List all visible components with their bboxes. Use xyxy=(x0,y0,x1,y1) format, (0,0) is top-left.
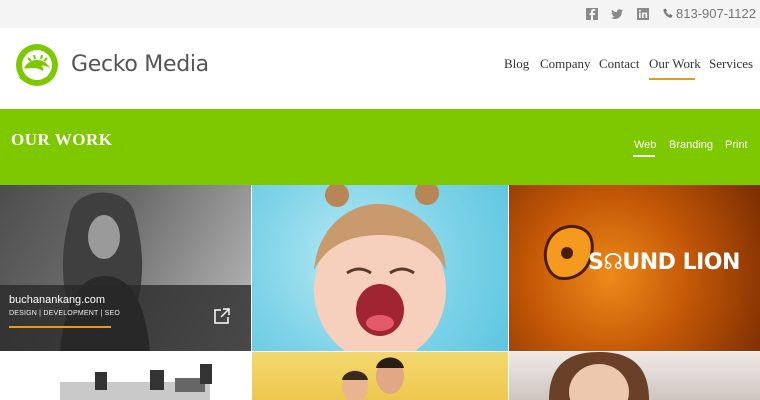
page-title: OUR WORK xyxy=(11,130,113,149)
portfolio-services: DESIGN | DEVELOPMENT | SEO xyxy=(9,310,121,317)
gecko-logo-icon[interactable] xyxy=(12,42,62,88)
nav-blog[interactable]: Blog xyxy=(504,56,529,72)
portfolio-tile-baby[interactable] xyxy=(252,185,508,351)
linkedin-icon[interactable] xyxy=(637,8,649,20)
filter-print[interactable]: Print xyxy=(725,139,748,151)
twitter-icon[interactable] xyxy=(611,8,623,20)
filter-branding[interactable]: Branding xyxy=(669,139,713,151)
site-header: Gecko Media Blog Company Contact Our Wor… xyxy=(0,28,760,109)
filter-active-indicator xyxy=(633,155,655,157)
phone-icon xyxy=(663,8,673,18)
nav-our-work[interactable]: Our Work xyxy=(649,56,701,72)
external-link-icon[interactable] xyxy=(213,307,231,325)
portfolio-title[interactable]: buchanankang.com xyxy=(9,294,105,306)
nav-services[interactable]: Services xyxy=(709,56,753,72)
facebook-icon[interactable] xyxy=(586,8,598,20)
caption-accent-line xyxy=(9,326,111,328)
portfolio-tile-woman[interactable] xyxy=(509,352,760,400)
nav-contact[interactable]: Contact xyxy=(599,56,639,72)
sound-lion-logo-text: S☊UND LION xyxy=(588,250,740,275)
laughing-baby-image xyxy=(314,185,446,351)
nav-active-indicator xyxy=(649,78,695,80)
woman-smiling-image xyxy=(549,352,649,400)
portfolio-tile-office[interactable] xyxy=(0,352,251,400)
smiling-couple-image xyxy=(342,357,404,400)
office-furniture-image xyxy=(60,364,212,400)
portfolio-tile-couple[interactable] xyxy=(252,352,508,400)
phone-number[interactable]: 813-907-1122 xyxy=(676,6,756,21)
top-bar: 813-907-1122 xyxy=(0,0,760,28)
brand-name[interactable]: Gecko Media xyxy=(71,52,209,77)
nav-company[interactable]: Company xyxy=(540,56,591,72)
filter-web[interactable]: Web xyxy=(634,139,656,151)
